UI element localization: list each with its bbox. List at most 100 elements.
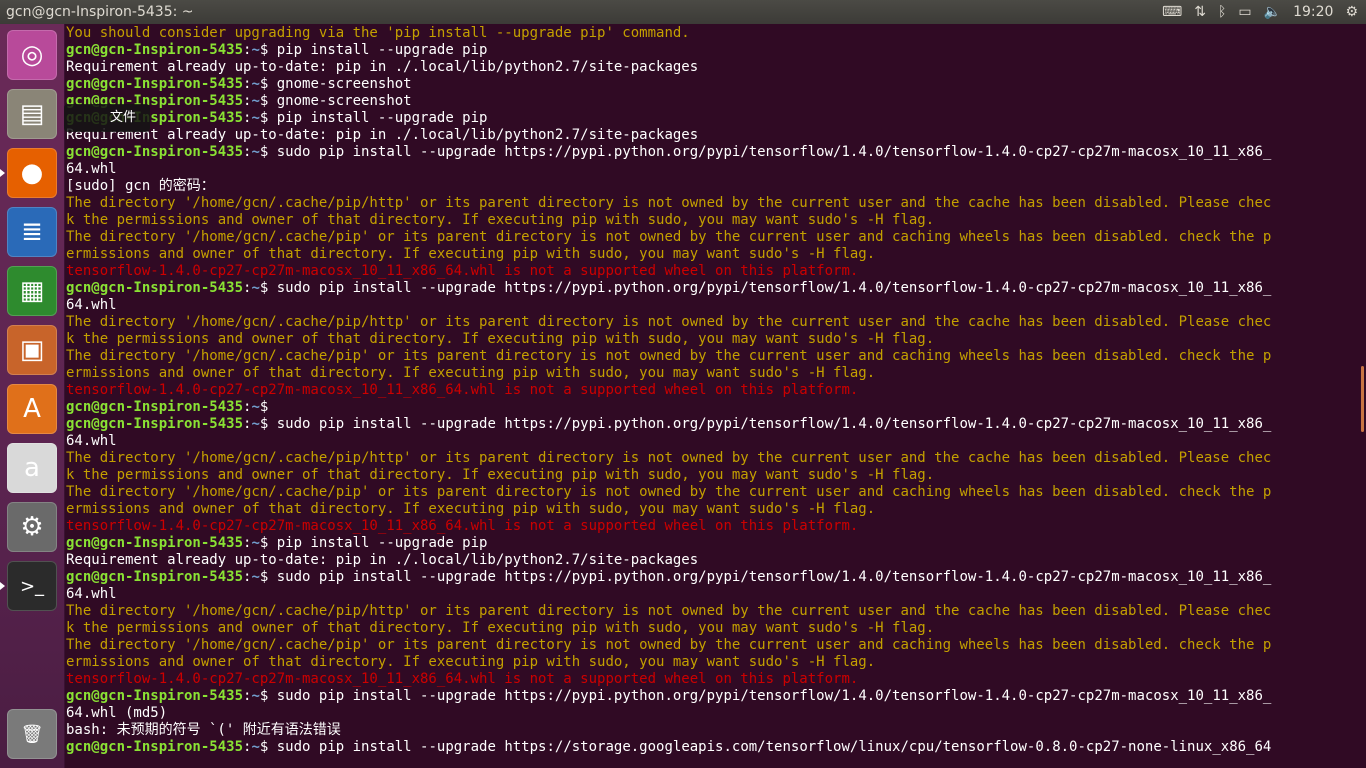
command-text: $ pip install --upgrade pip: [259, 535, 488, 551]
terminal-scrollbar[interactable]: [1356, 24, 1366, 768]
terminal-line: gcn@gcn-Inspiron-5435:~$ sudo pip instal…: [66, 280, 1272, 296]
prompt-path: ~: [251, 42, 260, 58]
terminal-line: k the permissions and owner of that dire…: [66, 331, 1356, 348]
terminal-line: bash: 未预期的符号 `(' 附近有语法错误: [66, 722, 1356, 739]
output-text: The directory '/home/gcn/.cache/pip' or …: [66, 484, 1272, 500]
output-text: ermissions and owner of that directory. …: [66, 365, 876, 381]
terminal-line: Requirement already up-to-date: pip in .…: [66, 59, 1356, 76]
terminal-line: ermissions and owner of that directory. …: [66, 365, 1356, 382]
prompt-user: gcn@gcn-Inspiron-5435: [66, 280, 244, 296]
launcher: ◎ ▤ ● ≣ ▦ ▣ Aa ⚙ >_ 🗑: [0, 24, 65, 768]
terminal-line: ermissions and owner of that directory. …: [66, 501, 1356, 518]
output-text: The directory '/home/gcn/.cache/pip/http…: [66, 603, 1272, 619]
settings-icon[interactable]: ⚙: [1345, 0, 1358, 24]
prompt-path: ~: [251, 416, 260, 432]
network-icon[interactable]: ⇅: [1194, 0, 1206, 24]
launcher-calc-icon[interactable]: ▦: [7, 266, 57, 316]
launcher-files-icon[interactable]: ▤: [7, 89, 57, 139]
prompt-user: gcn@gcn-Inspiron-5435: [66, 416, 244, 432]
output-text: 64.whl: [66, 297, 117, 313]
launcher-trash-icon[interactable]: 🗑: [7, 709, 57, 759]
prompt-path: ~: [251, 144, 260, 160]
terminal-line: tensorflow-1.4.0-cp27-cp27m-macosx_10_11…: [66, 382, 1356, 399]
launcher-ubuntu-dash-icon[interactable]: ◎: [7, 30, 57, 80]
launcher-terminal-icon[interactable]: >_: [7, 561, 57, 611]
terminal-line: tensorflow-1.4.0-cp27-cp27m-macosx_10_11…: [66, 518, 1356, 535]
output-text: The directory '/home/gcn/.cache/pip/http…: [66, 450, 1272, 466]
terminal-line: gcn@gcn-Inspiron-5435:~$ sudo pip instal…: [66, 739, 1272, 755]
launcher-tooltip: 文件: [64, 104, 151, 132]
output-text: 64.whl: [66, 161, 117, 177]
output-text: Requirement already up-to-date: pip in .…: [66, 59, 699, 75]
output-text: You should consider upgrading via the 'p…: [66, 25, 690, 41]
prompt-user: gcn@gcn-Inspiron-5435: [66, 688, 244, 704]
terminal-line: Requirement already up-to-date: pip in .…: [66, 127, 1356, 144]
launcher-impress-icon[interactable]: ▣: [7, 325, 57, 375]
command-text: $ sudo pip install --upgrade https://pyp…: [259, 416, 1272, 432]
terminal-line: k the permissions and owner of that dire…: [66, 620, 1356, 637]
terminal-line: k the permissions and owner of that dire…: [66, 467, 1356, 484]
scrollbar-thumb[interactable]: [1361, 366, 1364, 432]
window-title: gcn@gcn-Inspiron-5435: ~: [6, 4, 194, 20]
battery-icon[interactable]: ▭: [1238, 0, 1251, 24]
output-text: tensorflow-1.4.0-cp27-cp27m-macosx_10_11…: [66, 671, 859, 687]
terminal-line: The directory '/home/gcn/.cache/pip/http…: [66, 195, 1356, 212]
output-text: k the permissions and owner of that dire…: [66, 467, 935, 483]
terminal-line: gcn@gcn-Inspiron-5435:~$: [66, 399, 277, 415]
clock[interactable]: 19:20: [1293, 0, 1333, 24]
command-text: $ sudo pip install --upgrade https://pyp…: [259, 280, 1272, 296]
output-text: k the permissions and owner of that dire…: [66, 331, 935, 347]
prompt-user: gcn@gcn-Inspiron-5435: [66, 144, 244, 160]
prompt-path: ~: [251, 280, 260, 296]
system-tray: ⌨ ⇅ ᛒ ▭ 🔈 19:20 ⚙: [1162, 0, 1366, 24]
output-text: k the permissions and owner of that dire…: [66, 212, 935, 228]
volume-icon[interactable]: 🔈: [1264, 0, 1281, 24]
output-text: [sudo] gcn 的密码：: [66, 178, 215, 194]
prompt-user: gcn@gcn-Inspiron-5435: [66, 739, 244, 755]
command-text: $ pip install --upgrade pip: [259, 110, 488, 126]
launcher-amazon-icon[interactable]: a: [7, 443, 57, 493]
prompt-path: ~: [251, 688, 260, 704]
prompt-user: gcn@gcn-Inspiron-5435: [66, 569, 244, 585]
terminal-line: The directory '/home/gcn/.cache/pip/http…: [66, 314, 1356, 331]
terminal-line: tensorflow-1.4.0-cp27-cp27m-macosx_10_11…: [66, 671, 1356, 688]
terminal-line: ermissions and owner of that directory. …: [66, 654, 1356, 671]
terminal-line: The directory '/home/gcn/.cache/pip' or …: [66, 637, 1356, 654]
output-text: Requirement already up-to-date: pip in .…: [66, 127, 699, 143]
command-text: $ sudo pip install --upgrade https://pyp…: [259, 569, 1272, 585]
keyboard-icon[interactable]: ⌨: [1162, 0, 1182, 24]
terminal-line: gcn@gcn-Inspiron-5435:~$ gnome-screensho…: [66, 76, 412, 92]
terminal-line: gcn@gcn-Inspiron-5435:~$ gnome-screensho…: [66, 93, 412, 109]
command-text: $ sudo pip install --upgrade https://pyp…: [259, 144, 1272, 160]
bluetooth-icon[interactable]: ᛒ: [1218, 0, 1226, 24]
terminal-line: The directory '/home/gcn/.cache/pip' or …: [66, 484, 1356, 501]
terminal-line: gcn@gcn-Inspiron-5435:~$ sudo pip instal…: [66, 416, 1272, 432]
terminal-line: The directory '/home/gcn/.cache/pip' or …: [66, 229, 1356, 246]
running-indicator: [0, 169, 5, 177]
launcher-software-center-icon[interactable]: A: [7, 384, 57, 434]
output-text: tensorflow-1.4.0-cp27-cp27m-macosx_10_11…: [66, 518, 859, 534]
terminal-line: gcn@gcn-Inspiron-5435:~$ sudo pip instal…: [66, 569, 1272, 585]
terminal-line: tensorflow-1.4.0-cp27-cp27m-macosx_10_11…: [66, 263, 1356, 280]
output-text: tensorflow-1.4.0-cp27-cp27m-macosx_10_11…: [66, 382, 859, 398]
prompt-path: ~: [251, 110, 260, 126]
terminal-line: The directory '/home/gcn/.cache/pip' or …: [66, 348, 1356, 365]
command-text: $ gnome-screenshot: [259, 93, 412, 109]
output-text: The directory '/home/gcn/.cache/pip/http…: [66, 314, 1272, 330]
prompt-user: gcn@gcn-Inspiron-5435: [66, 535, 244, 551]
launcher-writer-icon[interactable]: ≣: [7, 207, 57, 257]
terminal-output[interactable]: You should consider upgrading via the 'p…: [65, 24, 1356, 768]
terminal-line: [sudo] gcn 的密码：: [66, 178, 1356, 195]
terminal-line: gcn@gcn-Inspiron-5435:~$ pip install --u…: [66, 535, 488, 551]
prompt-user: gcn@gcn-Inspiron-5435: [66, 42, 244, 58]
launcher-system-settings-icon[interactable]: ⚙: [7, 502, 57, 552]
terminal-line: Requirement already up-to-date: pip in .…: [66, 552, 1356, 569]
launcher-firefox-icon[interactable]: ●: [7, 148, 57, 198]
top-panel: gcn@gcn-Inspiron-5435: ~ ⌨ ⇅ ᛒ ▭ 🔈 19:20…: [0, 0, 1366, 24]
command-text: $ gnome-screenshot: [259, 76, 412, 92]
output-text: The directory '/home/gcn/.cache/pip' or …: [66, 229, 1272, 245]
output-text: ermissions and owner of that directory. …: [66, 501, 876, 517]
terminal-line: You should consider upgrading via the 'p…: [66, 25, 1356, 42]
command-text: $ sudo pip install --upgrade https://sto…: [259, 739, 1272, 755]
command-text: $: [259, 399, 277, 415]
